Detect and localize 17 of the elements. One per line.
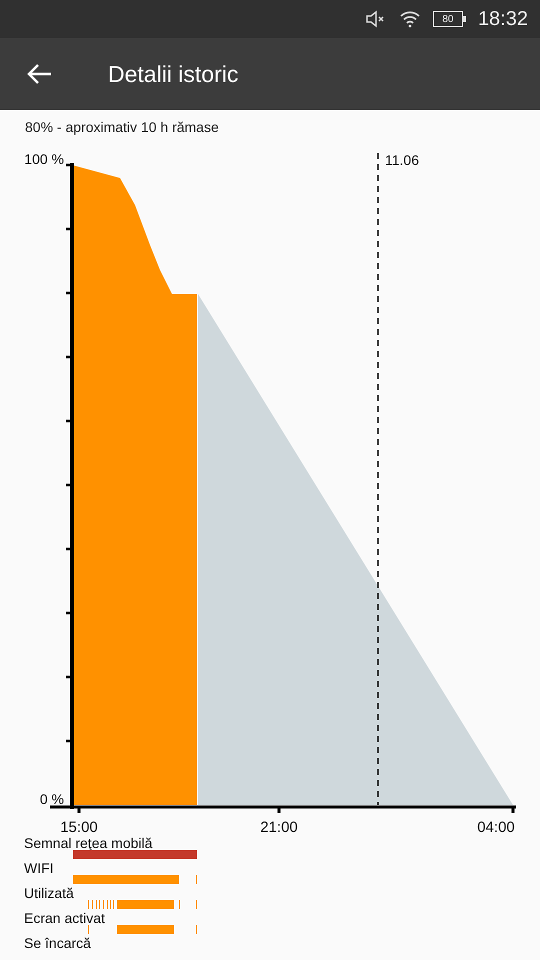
back-arrow-icon — [26, 63, 52, 85]
x-axis-label: 04:00 — [477, 819, 515, 835]
activity-label: WIFI — [24, 860, 54, 876]
page-title: Detalii istoric — [108, 60, 238, 89]
battery-indicator: 80 — [432, 11, 466, 27]
clock-time: 18:32 — [478, 7, 528, 32]
activity-label: Semnal reţea mobilă — [24, 835, 152, 851]
x-axis-label: 15:00 — [60, 819, 98, 835]
activity-label: Utilizată — [24, 885, 74, 901]
y-axis-label: 0 % — [40, 791, 64, 807]
y-axis-label: 100 % — [24, 151, 64, 167]
activity-label: Se încarcă — [24, 935, 91, 951]
battery-summary: 80% - aproximativ 10 h rămase — [25, 118, 219, 137]
activity-label: Ecran activat — [24, 910, 105, 926]
date-label: 11.06 — [385, 152, 419, 168]
x-axis-label: 21:00 — [260, 819, 298, 835]
wifi-icon — [398, 10, 421, 28]
